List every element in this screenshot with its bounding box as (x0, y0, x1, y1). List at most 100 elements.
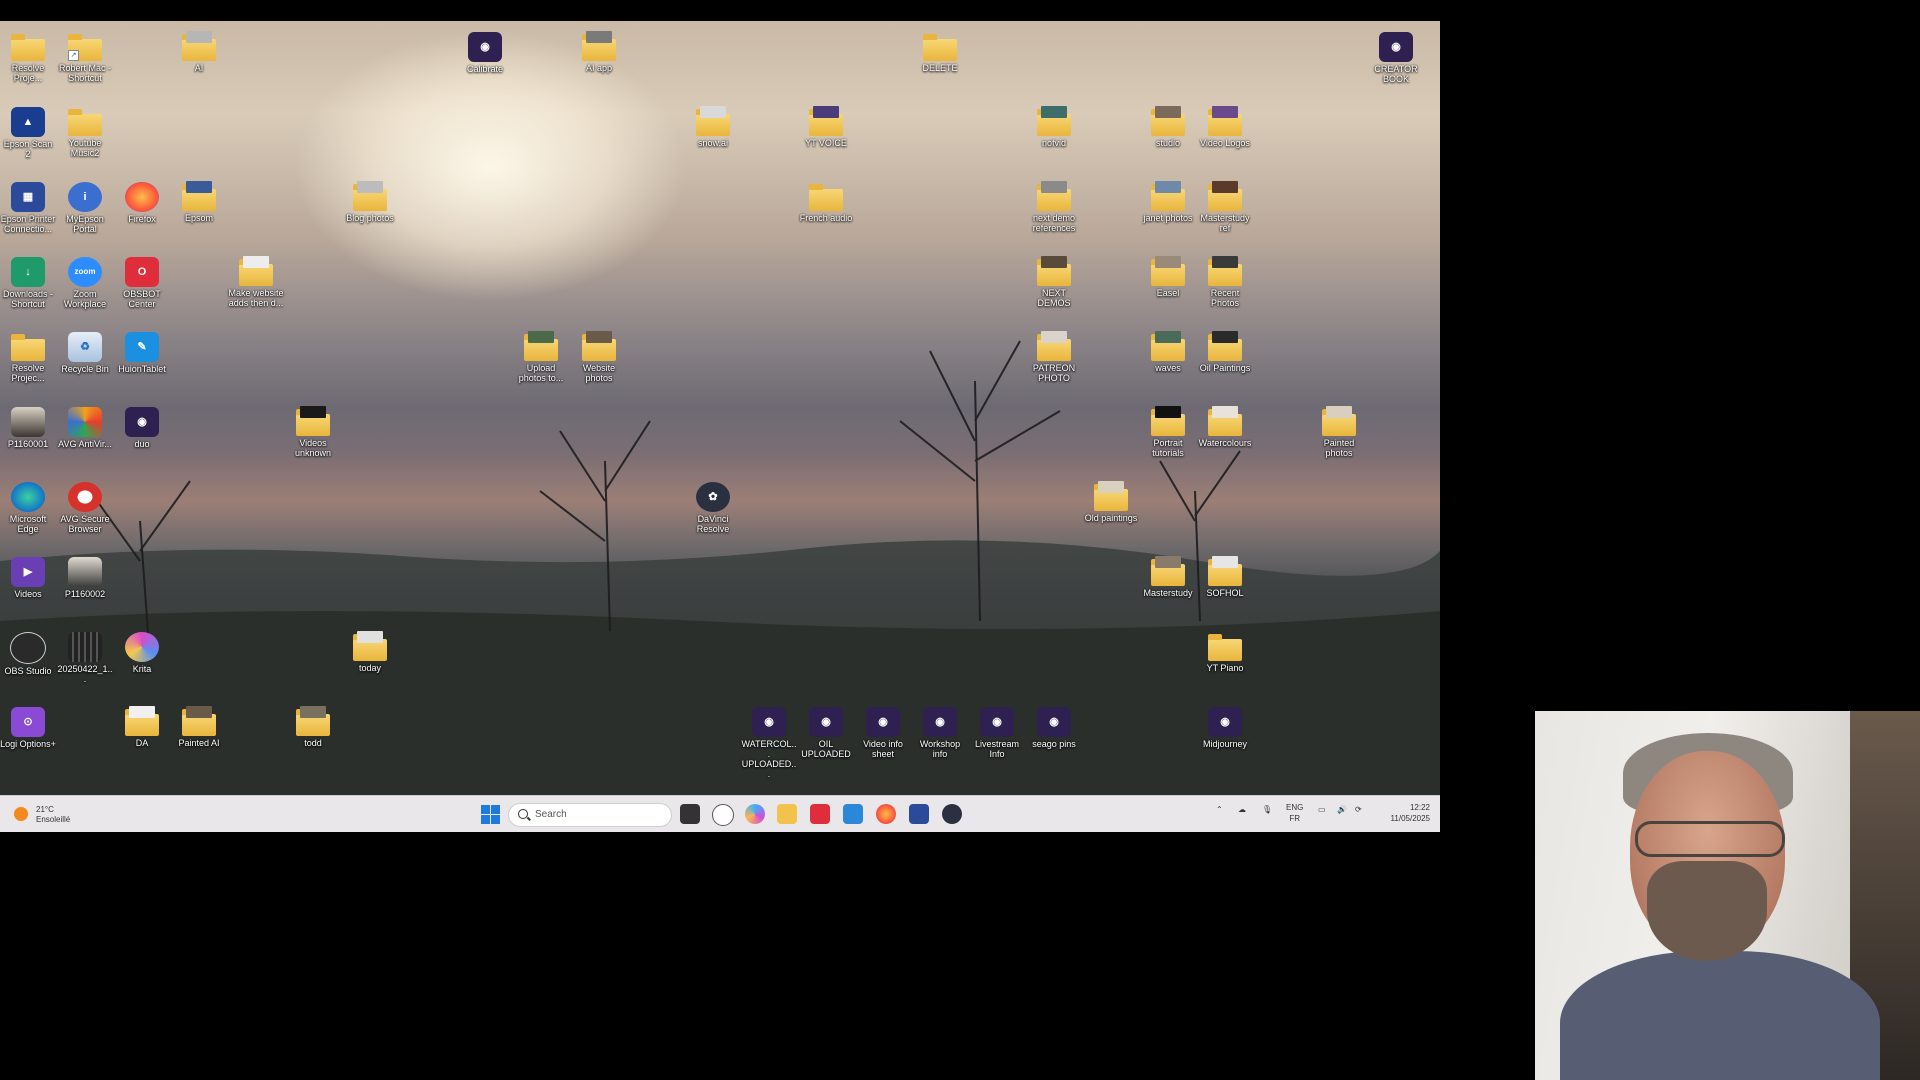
desktop-icon-20250422[interactable]: 20250422_1... (57, 629, 113, 701)
folder-icon (1208, 181, 1242, 211)
desktop-icon-website-photos[interactable]: Website photos (571, 329, 627, 401)
desktop-icon-painted-photos[interactable]: Painted photos (1311, 404, 1367, 476)
desktop-icon-easel[interactable]: Easel (1140, 254, 1196, 326)
desktop-icon-delete[interactable]: DELETE (912, 29, 968, 101)
desktop-icon-nofvid[interactable]: nofvid (1026, 104, 1082, 176)
desktop-icon-watercol-uploaded[interactable]: ◉ WATERCOL... UPLOADED... (741, 704, 797, 779)
desktop-icon-avg-secure-browser[interactable]: AVG Secure Browser (57, 479, 113, 551)
epson-icon[interactable] (909, 804, 929, 824)
avg-browser-icon (68, 482, 102, 512)
firefox-icon[interactable] (876, 804, 896, 824)
desktop-icon-workshop-info[interactable]: ◉ Workshop info (912, 704, 968, 776)
folder-icon (68, 109, 102, 136)
desktop-icon-yt-voice[interactable]: YT VOICE (798, 104, 854, 176)
desktop-icon-upload-photos[interactable]: Upload photos to... (513, 329, 569, 401)
desktop-icon-huiontablet[interactable]: ✎ HuionTablet (114, 329, 170, 401)
desktop-icon-calibrate[interactable]: ◉ Calibrate (457, 29, 513, 101)
desktop-icon-next-demo-references[interactable]: next demo references (1026, 179, 1082, 251)
desktop-icon-epson-scan-2[interactable]: ▲ Epson Scan 2 (0, 104, 56, 176)
desktop-icon-creator-book[interactable]: ◉ CREATOR BOOK (1368, 29, 1424, 101)
desktop-icon-avg-antivirus[interactable]: AVG AntiVir... (57, 404, 113, 476)
language-indicator[interactable]: ENG FR (1286, 802, 1303, 824)
desktop-icon-yt-piano[interactable]: YT Piano (1197, 629, 1253, 701)
desktop-icon-robert-mac-shortcut[interactable]: ↗ Robert Mac - Shortcut (57, 29, 113, 101)
cloud-icon[interactable]: ☁ (1238, 805, 1246, 814)
printer-icon: ▦ (11, 182, 45, 212)
desktop-icon-microsoft-edge[interactable]: Microsoft Edge (0, 479, 56, 551)
desktop-icon-midjourney[interactable]: ◉ Midjourney (1197, 704, 1253, 776)
avg-icon (68, 407, 102, 437)
desktop-icon-oil-paintings[interactable]: Oil Paintings (1197, 329, 1253, 401)
desktop-icon-studio[interactable]: studio (1140, 104, 1196, 176)
desktop-icon-logi-options[interactable]: ⊙ Logi Options+ (0, 704, 56, 776)
desktop-icon-youtube-music2[interactable]: Youtube Music2 (57, 104, 113, 176)
desktop-icon-janet-photos[interactable]: janet photos (1140, 179, 1196, 251)
obsbot-icon[interactable] (810, 804, 830, 824)
desktop-icon-duo[interactable]: ◉ duo (114, 404, 170, 476)
desktop-icon-oil-uploaded[interactable]: ◉ OIL UPLOADED (798, 704, 854, 776)
desktop-icon-obs-studio[interactable]: OBS Studio (0, 629, 56, 701)
desktop-icon-old-paintings[interactable]: Old paintings (1083, 479, 1139, 551)
desktop-icon-masterstudy-ref[interactable]: Masterstudy ref (1197, 179, 1253, 251)
desktop-icon-portrait-tutorials[interactable]: Portrait tutorials (1140, 404, 1196, 476)
desktop-icon-epson-printer[interactable]: ▦ Epson Printer Connectio... (0, 179, 56, 251)
desktop-icon-videos-unknown[interactable]: Videos unknown (285, 404, 341, 476)
davinci-icon[interactable] (942, 804, 962, 824)
folder-icon (1151, 556, 1185, 586)
desktop-icon-watercolours[interactable]: Watercolours (1197, 404, 1253, 476)
taskbar-search[interactable]: Search (508, 803, 672, 827)
desktop-icon-zoom-workplace[interactable]: zoom Zoom Workplace (57, 254, 113, 326)
desktop-icon-snow-ai[interactable]: snow.ai (685, 104, 741, 176)
desktop-icon-recycle-bin[interactable]: ♻ Recycle Bin (57, 329, 113, 401)
desktop-icon-waves[interactable]: waves (1140, 329, 1196, 401)
desktop[interactable]: Resolve Proje... ↗ Robert Mac - Shortcut … (0, 21, 1440, 795)
desktop-icon-krita[interactable]: Krita (114, 629, 170, 701)
notepad-icon[interactable] (843, 804, 863, 824)
firefox-icon (125, 182, 159, 212)
desktop-icon-videos[interactable]: ▶ Videos (0, 554, 56, 626)
edge-icon (11, 482, 45, 512)
desktop-icon-sofhol[interactable]: SOFHOL (1197, 554, 1253, 626)
firefox-doc-icon: ◉ (923, 707, 957, 737)
microphone-icon[interactable]: 🎙 (1262, 805, 1272, 814)
desktop-icon-next-demos[interactable]: NEXT DEMOS (1026, 254, 1082, 326)
desktop-icon-firefox[interactable]: Firefox (114, 179, 170, 251)
desktop-icon-today[interactable]: today (342, 629, 398, 701)
desktop-icon-ai-app[interactable]: AI app (571, 29, 627, 101)
desktop-icon-painted-ai[interactable]: Painted AI (171, 704, 227, 776)
volume-icon[interactable]: 🔊 (1337, 805, 1347, 814)
desktop-icon-french-audio[interactable]: French audio (798, 179, 854, 251)
desktop-icon-downloads-shortcut[interactable]: ↓ Downloads - Shortcut (0, 254, 56, 326)
desktop-icon-blog-photos[interactable]: Blog photos (342, 179, 398, 251)
desktop-icon-recent-photos[interactable]: Recent Photos (1197, 254, 1253, 326)
chevron-up-icon[interactable]: ⌃ (1216, 805, 1223, 814)
desktop-icon-obsbot-center[interactable]: O OBSBOT Center (114, 254, 170, 326)
sync-icon[interactable]: ⟳ (1355, 805, 1362, 814)
desktop-icon-myepson-portal[interactable]: i MyEpson Portal (57, 179, 113, 251)
desktop-icon-epsom[interactable]: Epsom (171, 179, 227, 251)
desktop-icon-livestream-info[interactable]: ◉ Livestream Info (969, 704, 1025, 776)
desktop-icon-p1160001[interactable]: P1160001 (0, 404, 56, 476)
file-explorer-icon[interactable] (777, 804, 797, 824)
desktop-icon-davinci-resolve[interactable]: ✿ DaVinci Resolve (685, 479, 741, 551)
task-view-icon[interactable] (680, 804, 700, 824)
network-icon[interactable]: ▭ (1318, 805, 1326, 814)
desktop-icon-todd[interactable]: todd (285, 704, 341, 776)
desktop-icon-video-info-sheet[interactable]: ◉ Video info sheet (855, 704, 911, 776)
desktop-icon-patreon-photo[interactable]: PATREON PHOTO (1026, 329, 1082, 401)
desktop-icon-resolve-proje[interactable]: Resolve Proje... (0, 29, 56, 101)
dell-icon[interactable] (712, 804, 734, 826)
desktop-icon-p1160002[interactable]: P1160002 (57, 554, 113, 626)
desktop-icon-resolve-projec[interactable]: Resolve Projec... (0, 329, 56, 401)
desktop-icon-ai[interactable]: AI (171, 29, 227, 101)
desktop-icon-make-website-adds[interactable]: Make website adds then d... (228, 254, 284, 326)
desktop-icon-da[interactable]: DA (114, 704, 170, 776)
recycle-bin-icon: ♻ (68, 332, 102, 362)
desktop-icon-seago-pins[interactable]: ◉ seago pins (1026, 704, 1082, 776)
clock[interactable]: 12:22 11/05/2025 (1374, 802, 1430, 824)
desktop-icon-video-logos[interactable]: Video Logos (1197, 104, 1253, 176)
desktop-icon-masterstudy[interactable]: Masterstudy (1140, 554, 1196, 626)
start-button[interactable] (478, 802, 502, 826)
weather-widget[interactable]: 21°C Ensoleillé (14, 803, 94, 827)
copilot-icon[interactable] (745, 804, 765, 824)
